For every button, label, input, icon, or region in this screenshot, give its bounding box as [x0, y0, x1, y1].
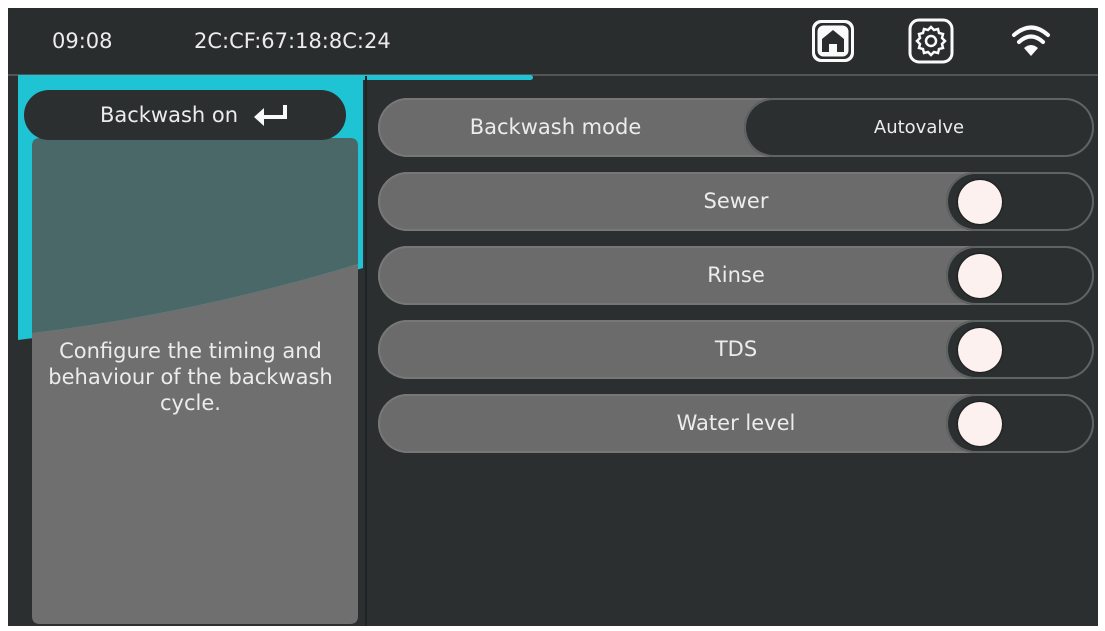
screen: 09:08 2C:CF:67:18:8C:24 Backwash on Conf… [8, 8, 1098, 626]
backwash-back-button[interactable]: Backwash on [24, 90, 346, 140]
water-level-toggle[interactable] [946, 394, 1094, 453]
status-bar: 09:08 2C:CF:67:18:8C:24 [8, 8, 1098, 76]
sewer-row[interactable]: Sewer [378, 172, 1094, 231]
divider [365, 76, 367, 626]
mac-address: 2C:CF:67:18:8C:24 [194, 29, 391, 53]
tds-row[interactable]: TDS [378, 320, 1094, 379]
home-icon[interactable] [810, 18, 856, 64]
toggle-knob [958, 254, 1002, 298]
backwash-mode-label: Backwash mode [469, 115, 642, 139]
panel-description: Configure the timing and behaviour of th… [48, 339, 333, 415]
return-arrow-icon [254, 105, 288, 126]
tds-toggle[interactable] [946, 320, 1094, 379]
clock: 09:08 [52, 29, 113, 53]
rinse-toggle[interactable] [946, 246, 1094, 305]
water-level-row[interactable]: Water level [378, 394, 1094, 453]
toggle-knob [958, 328, 1002, 372]
gear-icon[interactable] [908, 18, 954, 64]
wifi-icon[interactable] [1008, 18, 1054, 64]
toggle-knob [958, 402, 1002, 446]
rinse-row[interactable]: Rinse [378, 246, 1094, 305]
sewer-toggle[interactable] [946, 172, 1094, 231]
backwash-mode-row[interactable]: Backwash mode Autovalve [378, 98, 1094, 157]
backwash-mode-select[interactable]: Autovalve [744, 98, 1094, 157]
back-button-label: Backwash on [99, 103, 239, 127]
toggle-knob [958, 180, 1002, 224]
